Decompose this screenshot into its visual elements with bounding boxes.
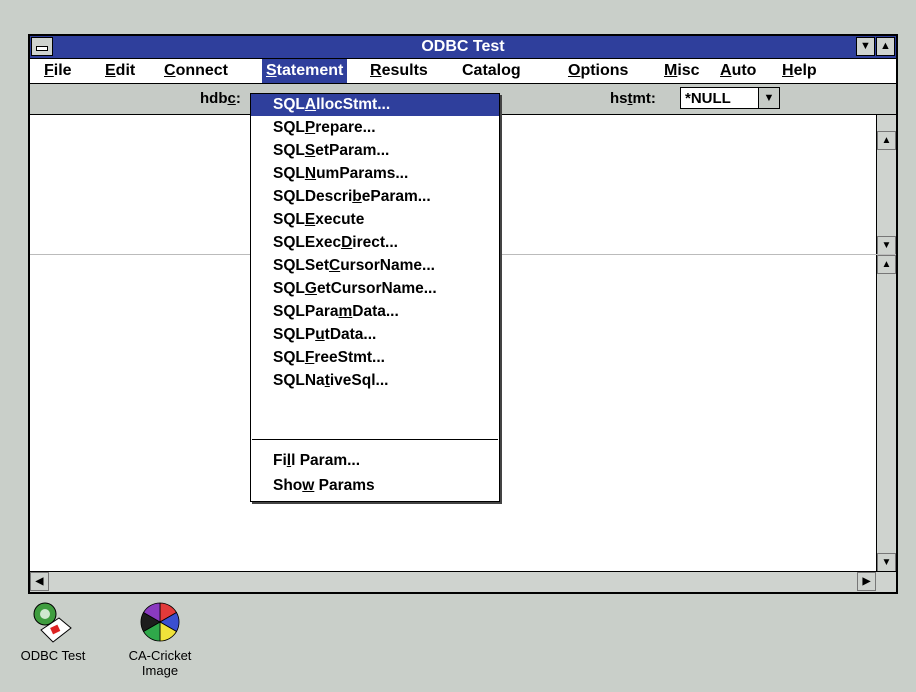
menu-results[interactable]: Results <box>370 62 428 80</box>
desktop-icon-odbc-test[interactable]: ODBC Test <box>8 600 98 663</box>
desktop-icon-ca-cricket-image[interactable]: CA-Cricket Image <box>115 600 205 678</box>
desktop-icon-label-line2: Image <box>141 663 179 678</box>
minimize-button[interactable]: ▼ <box>856 37 875 56</box>
desktop-icon-label: ODBC Test <box>20 648 86 663</box>
desktop-icon-label: CA-Cricket <box>128 648 192 663</box>
menu-sqlparamdata[interactable]: SQLParamData... <box>251 301 499 323</box>
menu-sqlexecdirect[interactable]: SQLExecDirect... <box>251 232 499 254</box>
scroll-down-icon[interactable]: ▼ <box>877 236 896 255</box>
dropdown-arrow-icon[interactable]: ▼ <box>758 88 779 108</box>
menu-fill-param[interactable]: Fill Param... <box>251 450 499 472</box>
menu-statement[interactable]: Statement <box>262 59 348 83</box>
hstmt-select[interactable]: *NULL ▼ <box>680 87 780 109</box>
odbc-test-icon <box>33 602 72 643</box>
menu-sqlsetcursorname[interactable]: SQLSetCursorName... <box>251 255 499 277</box>
title-bar[interactable]: ODBC Test ▼ ▲ <box>30 36 896 59</box>
hstmt-label: hstmt: <box>610 90 656 107</box>
menu-sqlfreestmt[interactable]: SQLFreeStmt... <box>251 347 499 369</box>
maximize-button[interactable]: ▲ <box>876 37 895 56</box>
menu-sqlexecute[interactable]: SQLExecute <box>251 209 499 231</box>
minimize-icon: ▼ <box>860 40 871 52</box>
statement-menu-dropdown: SQLAllocStmt... SQLPrepare... SQLSetPara… <box>250 93 500 502</box>
scroll-down-icon[interactable]: ▼ <box>877 553 896 572</box>
menu-help[interactable]: Help <box>782 62 817 80</box>
scroll-up-icon[interactable]: ▲ <box>877 131 896 150</box>
menu-sqlnativesql[interactable]: SQLNativeSql... <box>251 370 499 392</box>
scroll-right-icon[interactable]: ▶ <box>857 572 876 591</box>
menu-sqlnumparams[interactable]: SQLNumParams... <box>251 163 499 185</box>
menu-sqlsetparam[interactable]: SQLSetParam... <box>251 140 499 162</box>
scroll-up-icon[interactable]: ▲ <box>877 255 896 274</box>
menu-sqlprepare[interactable]: SQLPrepare... <box>251 117 499 139</box>
menu-options[interactable]: Options <box>568 62 628 80</box>
horizontal-scrollbar[interactable]: ◀ ▶ <box>30 571 896 592</box>
window-title: ODBC Test <box>421 38 505 55</box>
menu-sqlallocstmt[interactable]: SQLAllocStmt... <box>251 94 499 116</box>
menu-sqlgetcursorname[interactable]: SQLGetCursorName... <box>251 278 499 300</box>
menu-connect[interactable]: Connect <box>164 62 228 80</box>
scroll-left-icon[interactable]: ◀ <box>30 572 49 591</box>
menu-sqldescribeparam[interactable]: SQLDescribeParam... <box>251 186 499 208</box>
hstmt-value: *NULL <box>685 90 731 107</box>
lower-pane-vscroll[interactable]: ▲ ▼ <box>876 255 896 572</box>
menu-catalog[interactable]: Catalog <box>462 62 521 80</box>
menu-misc[interactable]: Misc <box>664 62 700 80</box>
menu-edit[interactable]: Edit <box>105 62 135 80</box>
color-wheel-icon <box>140 602 180 642</box>
menu-bar: File Edit Connect Statement Results Cata… <box>30 59 896 84</box>
maximize-icon: ▲ <box>880 40 891 52</box>
menu-auto[interactable]: Auto <box>720 62 756 80</box>
menu-show-params[interactable]: Show Params <box>251 475 499 497</box>
menu-file[interactable]: File <box>44 62 72 80</box>
hdbc-label: hdbc: <box>200 90 241 107</box>
menu-separator <box>252 439 498 440</box>
upper-pane-vscroll[interactable]: ▲ ▼ <box>876 115 896 255</box>
menu-sqlputdata[interactable]: SQLPutData... <box>251 324 499 346</box>
